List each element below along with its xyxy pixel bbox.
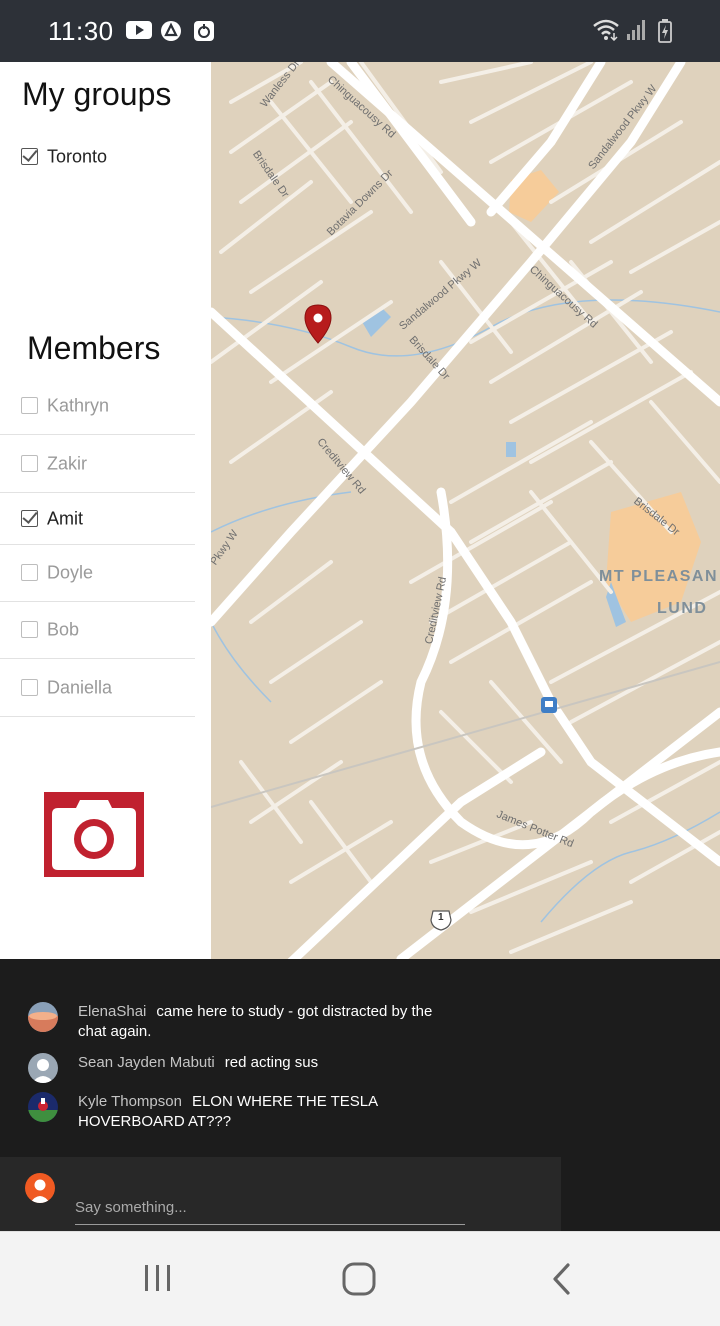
member-checkbox[interactable] [21,621,38,638]
youtube-icon [126,20,152,45]
app-square-icon [193,20,215,47]
signal-icon [626,19,646,46]
recents-icon[interactable] [142,1262,174,1299]
camera-button[interactable] [44,792,144,877]
location-marker[interactable] [304,304,332,344]
camera-icon [52,800,136,870]
groups-heading: My groups [22,76,172,112]
map-view[interactable]: Wanless Dr Chinguacousy Rd Brisdale Dr B… [211,62,720,959]
home-icon[interactable] [342,1262,376,1301]
chat-input[interactable]: Say something... [75,1199,465,1216]
side-panel: My groups Toronto Members Kathryn Zakir … [0,62,211,959]
member-checkbox[interactable] [21,510,38,527]
avatar [28,1053,58,1083]
member-item-doyle[interactable]: Doyle [0,545,195,602]
members-heading: Members [27,330,161,366]
group-checkbox[interactable] [21,147,38,165]
app-triangle-icon [160,20,182,47]
member-item-kathryn[interactable]: Kathryn [0,378,195,435]
member-checkbox[interactable] [21,564,38,581]
app-screen: 11:30 My groups Toronto Members Kathryn … [0,0,720,1326]
avatar [28,1002,58,1032]
group-label: Toronto [47,146,108,166]
group-item-toronto[interactable]: Toronto [0,128,195,185]
status-bar: 11:30 [0,0,720,62]
chat-author: Sean Jayden Mabuti [78,1054,215,1071]
chat-input-underline [75,1224,465,1225]
back-icon[interactable] [548,1262,576,1301]
member-label: Amit [47,508,83,529]
chat-author: Kyle Thompson [78,1093,182,1110]
area-label: MT PLEASAN [599,568,718,585]
live-chat: ElenaShai came here to study - got distra… [0,959,720,1231]
member-item-daniella[interactable]: Daniella [0,660,195,717]
user-avatar [25,1173,55,1203]
avatar [28,1092,58,1122]
chat-text: red acting sus [224,1054,319,1071]
member-checkbox[interactable] [21,679,38,696]
member-label: Kathryn [47,395,110,416]
area-label: LUND [657,600,708,617]
member-label: Zakir [47,453,87,474]
member-checkbox[interactable] [21,455,38,472]
member-label: Daniella [47,677,113,698]
system-nav-bar [0,1231,720,1326]
member-item-amit[interactable]: Amit [0,494,195,545]
battery-charging-icon [658,19,672,48]
member-label: Doyle [47,562,94,583]
member-label: Bob [47,619,80,640]
wifi-icon [592,19,620,46]
status-time: 11:30 [48,16,114,46]
chat-input-area: Say something... [0,1157,561,1231]
member-item-bob[interactable]: Bob [0,602,195,659]
member-checkbox[interactable] [21,397,38,414]
highway-shield-label: 1 [438,912,444,923]
chat-author: ElenaShai [78,1003,147,1020]
member-item-zakir[interactable]: Zakir [0,436,195,493]
